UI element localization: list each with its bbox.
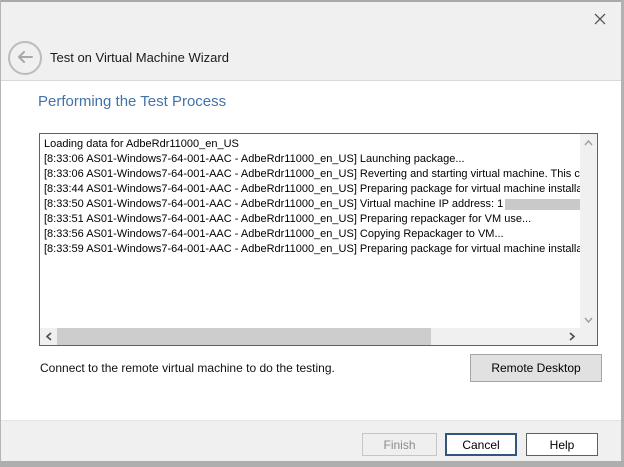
chevron-right-icon[interactable] xyxy=(563,328,580,345)
chevron-up-icon[interactable] xyxy=(580,134,597,151)
log-line[interactable]: Loading data for AdbeRdr11000_en_US xyxy=(44,137,580,152)
log-line[interactable]: [8:33:50 AS01-Windows7-64-001-AAC - Adbe… xyxy=(44,197,580,212)
wizard-window: Test on Virtual Machine Wizard Performin… xyxy=(0,0,624,467)
log-line-text: [8:33:06 AS01-Windows7-64-001-AAC - Adbe… xyxy=(44,153,465,165)
finish-button[interactable]: Finish xyxy=(362,433,437,456)
log-line-text: [8:33:06 AS01-Windows7-64-001-AAC - Adbe… xyxy=(44,168,580,180)
remote-desktop-button[interactable]: Remote Desktop xyxy=(470,354,602,382)
log-line-text: [8:33:51 AS01-Windows7-64-001-AAC - Adbe… xyxy=(44,213,531,225)
note-text: Connect to the remote virtual machine to… xyxy=(40,361,335,375)
log-line-text: [8:33:50 AS01-Windows7-64-001-AAC - Adbe… xyxy=(44,198,503,210)
back-arrow-icon xyxy=(16,50,34,67)
log-line[interactable]: [8:33:59 AS01-Windows7-64-001-AAC - Adbe… xyxy=(44,242,580,257)
log-line[interactable]: [8:33:44 AS01-Windows7-64-001-AAC - Adbe… xyxy=(44,182,580,197)
window-edge-top xyxy=(0,0,624,2)
chevron-down-icon[interactable] xyxy=(580,311,597,328)
scrollbar-corner xyxy=(580,328,597,345)
horizontal-scrollbar[interactable] xyxy=(40,328,580,345)
log-line-text: [8:33:56 AS01-Windows7-64-001-AAC - Adbe… xyxy=(44,228,504,240)
redacted-ip-address xyxy=(505,199,580,210)
log-listbox[interactable]: Loading data for AdbeRdr11000_en_US [8:33… xyxy=(39,133,598,346)
log-line[interactable]: [8:33:06 AS01-Windows7-64-001-AAC - Adbe… xyxy=(44,152,580,167)
close-button[interactable] xyxy=(588,8,612,32)
log-line[interactable]: [8:33:51 AS01-Windows7-64-001-AAC - Adbe… xyxy=(44,212,580,227)
close-icon xyxy=(593,12,607,29)
log-line-text: Loading data for AdbeRdr11000_en_US xyxy=(44,138,239,150)
log-line[interactable]: [8:33:56 AS01-Windows7-64-001-AAC - Adbe… xyxy=(44,227,580,242)
cancel-button[interactable]: Cancel xyxy=(445,433,517,456)
chevron-left-icon[interactable] xyxy=(40,328,57,345)
horizontal-scroll-thumb[interactable] xyxy=(57,328,431,345)
help-button[interactable]: Help xyxy=(526,433,598,456)
log-line-text: [8:33:59 AS01-Windows7-64-001-AAC - Adbe… xyxy=(44,243,580,255)
log-view: Loading data for AdbeRdr11000_en_US [8:33… xyxy=(40,134,580,328)
window-edge-bottom xyxy=(0,461,624,467)
vertical-scrollbar[interactable] xyxy=(580,134,597,328)
window-title: Test on Virtual Machine Wizard xyxy=(50,50,229,65)
back-button[interactable] xyxy=(8,41,42,75)
log-line[interactable]: [8:33:06 AS01-Windows7-64-001-AAC - Adbe… xyxy=(44,167,580,182)
log-line-text: [8:33:44 AS01-Windows7-64-001-AAC - Adbe… xyxy=(44,183,580,195)
page-title: Performing the Test Process xyxy=(38,93,226,110)
